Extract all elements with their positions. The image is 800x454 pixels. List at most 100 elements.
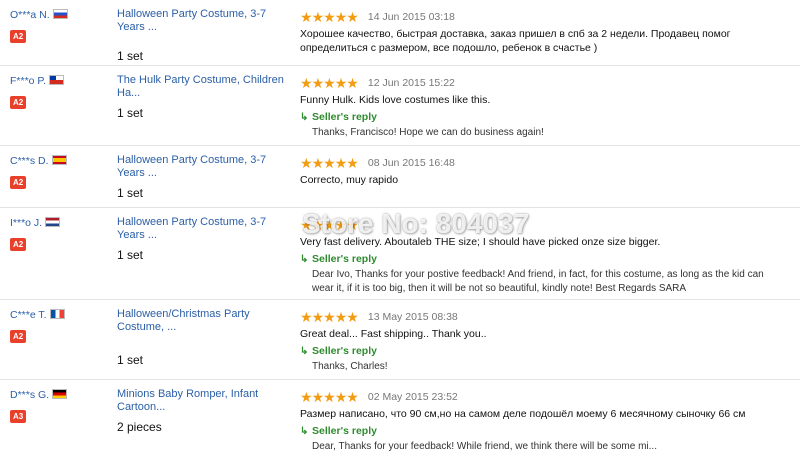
product-link[interactable]: Minions Baby Romper, Infant Cartoon... bbox=[117, 388, 292, 414]
buyer-info: O***a N. A2 bbox=[10, 8, 105, 43]
star-icon: ★ bbox=[346, 389, 359, 405]
product-link[interactable]: Halloween Party Costume, 3-7 Years ... bbox=[117, 8, 292, 34]
star-icon: ★ bbox=[334, 155, 348, 171]
star-icon: ★ bbox=[346, 217, 359, 233]
seller-reply-text: Thanks, Francisco! Hope we can do busine… bbox=[312, 127, 544, 138]
feedback-row: D***s G. A3 Minions Baby Romper, Infant … bbox=[0, 380, 800, 452]
star-icon: ★ bbox=[346, 9, 359, 25]
chile-flag-icon bbox=[49, 75, 64, 85]
quantity: 1 set bbox=[117, 248, 144, 262]
quantity: 1 set bbox=[117, 106, 144, 120]
buyer-level-badge: A2 bbox=[10, 330, 27, 343]
star-icon: ★ bbox=[323, 389, 336, 405]
buyer-level-badge: A2 bbox=[10, 96, 27, 109]
buyer-info: I***o J. A2 bbox=[10, 216, 105, 251]
buyer-info: F***o P. A2 bbox=[10, 74, 105, 109]
product-link[interactable]: The Hulk Party Costume, Children Ha... bbox=[117, 74, 292, 100]
france-flag-icon bbox=[49, 309, 65, 319]
buyer-name: C***e T. bbox=[10, 309, 47, 321]
germany-flag-icon bbox=[52, 389, 68, 399]
reply-arrow-icon: ↳ bbox=[300, 346, 309, 357]
seller-reply-toggle[interactable]: ↳ Seller's reply bbox=[300, 424, 780, 438]
review-text: Funny Hulk. Kids love costumes like this… bbox=[300, 94, 491, 106]
star-icon: ★ bbox=[323, 309, 336, 325]
star-icon: ★ bbox=[311, 155, 325, 171]
product-info: Halloween Party Costume, 3-7 Years ... 1… bbox=[117, 8, 292, 63]
review-block: ★★★★★ 02 May 2015 23:52 Размер написано,… bbox=[300, 390, 780, 454]
seller-reply-toggle[interactable]: ↳ Seller's reply bbox=[300, 344, 780, 358]
review-date: 08 Jun 2015 16:48 bbox=[367, 157, 455, 169]
buyer-level-badge: A2 bbox=[10, 238, 27, 251]
product-link[interactable]: Halloween Party Costume, 3-7 Years ... bbox=[117, 216, 292, 242]
star-icon: ★ bbox=[300, 9, 313, 25]
star-icon: ★ bbox=[346, 75, 359, 91]
seller-reply-toggle[interactable]: ↳ Seller's reply bbox=[300, 252, 780, 266]
quantity: 1 set bbox=[117, 186, 144, 200]
star-icon: ★ bbox=[334, 9, 348, 25]
reply-arrow-icon: ↳ bbox=[300, 254, 309, 265]
review-block: ★★★★★ Very fast delivery. Aboutaleb THE … bbox=[300, 218, 780, 296]
quantity: 1 set bbox=[117, 49, 144, 63]
seller-reply-label: Seller's reply bbox=[312, 425, 377, 437]
quantity: 2 pieces bbox=[117, 420, 162, 434]
star-icon: ★ bbox=[300, 75, 313, 91]
review-block: ★★★★★ 13 May 2015 08:38 Great deal... Fa… bbox=[300, 310, 780, 374]
star-icon: ★ bbox=[311, 217, 325, 233]
product-link[interactable]: Halloween/Christmas Party Costume, ... bbox=[117, 308, 292, 334]
star-icon: ★ bbox=[311, 389, 325, 405]
review-date: 12 Jun 2015 15:22 bbox=[367, 77, 455, 89]
star-rating: ★★★★★ bbox=[300, 217, 359, 234]
star-icon: ★ bbox=[323, 75, 336, 91]
buyer-info: C***e T. A2 bbox=[10, 308, 105, 343]
buyer-name: C***s D. bbox=[10, 155, 49, 167]
netherlands-flag-icon bbox=[45, 217, 61, 227]
product-info: Minions Baby Romper, Infant Cartoon... 2… bbox=[117, 388, 292, 434]
product-info: Halloween Party Costume, 3-7 Years ... 1… bbox=[117, 216, 292, 262]
star-icon: ★ bbox=[311, 9, 325, 25]
buyer-name: O***a N. bbox=[10, 9, 50, 21]
russia-flag-icon bbox=[52, 9, 68, 19]
star-rating: ★★★★★ bbox=[300, 9, 359, 26]
product-link[interactable]: Halloween Party Costume, 3-7 Years ... bbox=[117, 154, 292, 180]
buyer-info: D***s G. A3 bbox=[10, 388, 105, 423]
reply-arrow-icon: ↳ bbox=[300, 426, 309, 437]
seller-reply-text: Dear, Thanks for your feedback! While fr… bbox=[312, 441, 657, 452]
seller-reply-label: Seller's reply bbox=[312, 345, 377, 357]
buyer-name: I***o J. bbox=[10, 217, 43, 229]
product-info: Halloween Party Costume, 3-7 Years ... 1… bbox=[117, 154, 292, 200]
buyer-level-badge: A2 bbox=[10, 30, 27, 43]
quantity: 1 set bbox=[117, 353, 144, 367]
feedback-row: O***a N. A2 Halloween Party Costume, 3-7… bbox=[0, 0, 800, 66]
spain-flag-icon bbox=[51, 155, 67, 165]
star-icon: ★ bbox=[300, 389, 313, 405]
star-icon: ★ bbox=[346, 155, 359, 171]
star-icon: ★ bbox=[311, 75, 325, 91]
star-icon: ★ bbox=[323, 9, 336, 25]
star-icon: ★ bbox=[334, 217, 348, 233]
star-icon: ★ bbox=[334, 75, 348, 91]
star-rating: ★★★★★ bbox=[300, 155, 359, 172]
buyer-level-badge: A3 bbox=[10, 410, 27, 423]
feedback-row: C***s D. A2 Halloween Party Costume, 3-7… bbox=[0, 146, 800, 208]
star-icon: ★ bbox=[346, 309, 359, 325]
feedback-row: I***o J. A2 Halloween Party Costume, 3-7… bbox=[0, 208, 800, 300]
review-block: ★★★★★ 14 Jun 2015 03:18 Хорошее качество… bbox=[300, 10, 780, 55]
review-text: Correcto, muy rapido bbox=[300, 174, 399, 186]
review-text: Хорошее качество, быстрая доставка, зака… bbox=[300, 28, 731, 54]
review-block: ★★★★★ 08 Jun 2015 16:48 Correcto, muy ra… bbox=[300, 156, 780, 187]
review-text: Размер написано, что 90 см,но на самом д… bbox=[300, 408, 746, 420]
star-icon: ★ bbox=[300, 155, 313, 171]
seller-reply-toggle[interactable]: ↳ Seller's reply bbox=[300, 110, 780, 124]
feedback-row: C***e T. A2 Halloween/Christmas Party Co… bbox=[0, 300, 800, 380]
star-icon: ★ bbox=[334, 309, 348, 325]
review-text: Very fast delivery. Aboutaleb THE size; … bbox=[300, 236, 661, 248]
star-icon: ★ bbox=[300, 217, 313, 233]
review-block: ★★★★★ 12 Jun 2015 15:22 Funny Hulk. Kids… bbox=[300, 76, 780, 140]
review-date: 02 May 2015 23:52 bbox=[367, 391, 458, 403]
buyer-level-badge: A2 bbox=[10, 176, 27, 189]
seller-reply-label: Seller's reply bbox=[312, 253, 377, 265]
star-rating: ★★★★★ bbox=[300, 389, 359, 406]
review-date: 13 May 2015 08:38 bbox=[367, 311, 458, 323]
seller-reply-text: Dear Ivo, Thanks for your postive feedba… bbox=[312, 269, 764, 294]
buyer-info: C***s D. A2 bbox=[10, 154, 105, 189]
